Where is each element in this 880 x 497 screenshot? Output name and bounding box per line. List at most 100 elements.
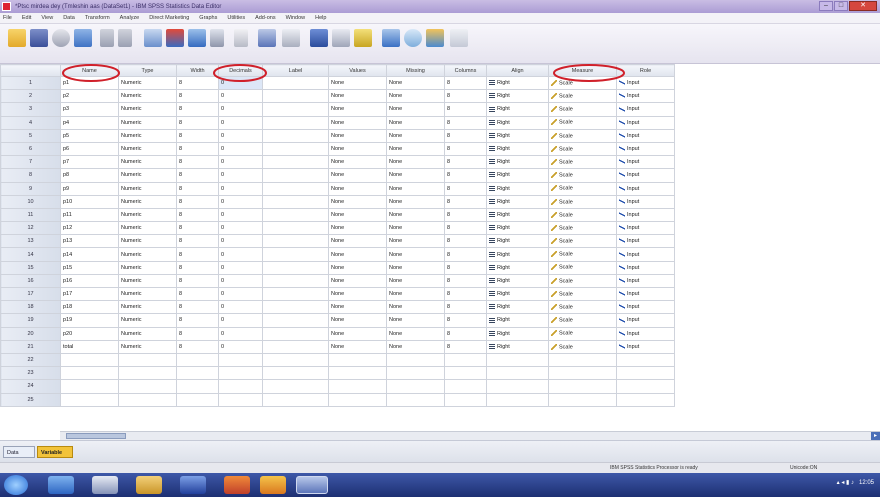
cell-values[interactable]: None (328, 89, 387, 104)
close-button[interactable]: ✕ (849, 1, 877, 11)
col-header-missing[interactable]: Missing (386, 64, 445, 77)
cell-role[interactable]: Input (616, 128, 675, 143)
cell-role[interactable]: Input (616, 260, 675, 275)
cell-label[interactable] (262, 194, 329, 209)
cell-columns[interactable]: 8 (444, 194, 487, 209)
cell-decimals[interactable]: 0 (218, 115, 263, 130)
empty-cell[interactable] (548, 366, 617, 381)
row-number[interactable]: 24 (0, 379, 61, 394)
cell-label[interactable] (262, 313, 329, 328)
cell-columns[interactable]: 8 (444, 339, 487, 354)
cell-align[interactable]: Right (486, 155, 549, 170)
cell-measure[interactable]: Scale (548, 260, 617, 275)
cell-columns[interactable]: 8 (444, 75, 487, 91)
cell-name[interactable]: p11 (60, 207, 119, 223)
cell-width[interactable]: 8 (176, 260, 219, 275)
menu-direct-marketing[interactable]: Direct Marketing (149, 15, 189, 21)
cell-label[interactable] (262, 89, 329, 104)
cell-name[interactable]: p18 (60, 300, 119, 315)
cell-measure[interactable]: Scale (548, 168, 617, 183)
cell-name[interactable]: p1 (60, 75, 119, 91)
empty-cell[interactable] (548, 392, 617, 407)
row-number[interactable]: 23 (0, 366, 61, 381)
cell-values[interactable]: None (328, 194, 387, 209)
empty-cell[interactable] (386, 392, 445, 407)
menu-analyze[interactable]: Analyze (120, 15, 140, 21)
cell-values[interactable]: None (328, 221, 387, 236)
row-number[interactable]: 8 (0, 168, 61, 183)
empty-cell[interactable] (486, 366, 549, 381)
col-header-align[interactable]: Align (486, 64, 549, 77)
cell-label[interactable] (262, 221, 329, 236)
cell-decimals[interactable]: 0 (218, 194, 263, 209)
cell-columns[interactable]: 8 (444, 181, 487, 196)
use-sets-icon[interactable] (404, 29, 422, 47)
cell-type[interactable]: Numeric (118, 286, 177, 302)
cell-name[interactable]: p15 (60, 260, 119, 275)
cell-width[interactable]: 8 (176, 247, 219, 262)
cell-width[interactable]: 8 (176, 102, 219, 117)
cell-values[interactable]: None (328, 326, 387, 341)
cell-name[interactable]: p7 (60, 155, 119, 170)
cell-columns[interactable]: 8 (444, 221, 487, 236)
cell-decimals[interactable]: 0 (218, 339, 263, 354)
empty-cell[interactable] (444, 352, 487, 368)
cell-width[interactable]: 8 (176, 221, 219, 236)
spss-taskbar-icon[interactable] (296, 476, 328, 494)
col-header-label[interactable]: Label (262, 64, 329, 77)
menu-help[interactable]: Help (315, 15, 326, 21)
cell-missing[interactable]: None (386, 102, 445, 117)
cell-measure[interactable]: Scale (548, 194, 617, 209)
col-header-width[interactable]: Width (176, 64, 219, 77)
cell-align[interactable]: Right (486, 221, 549, 236)
cell-role[interactable]: Input (616, 168, 675, 183)
cell-role[interactable]: Input (616, 155, 675, 170)
find-icon[interactable] (234, 29, 248, 47)
cell-label[interactable] (262, 102, 329, 117)
cell-type[interactable]: Numeric (118, 207, 177, 223)
cell-measure[interactable]: Scale (548, 286, 617, 302)
cell-name[interactable]: p19 (60, 313, 119, 328)
empty-cell[interactable] (60, 352, 119, 368)
cell-align[interactable]: Right (486, 313, 549, 328)
col-header-values[interactable]: Values (328, 64, 387, 77)
maximize-button[interactable]: □ (834, 1, 848, 11)
cell-role[interactable]: Input (616, 89, 675, 104)
cell-align[interactable]: Right (486, 339, 549, 354)
cell-type[interactable]: Numeric (118, 102, 177, 117)
menu-file[interactable]: File (3, 15, 12, 21)
empty-cell[interactable] (218, 352, 263, 368)
empty-cell[interactable] (444, 366, 487, 381)
cell-name[interactable]: total (60, 339, 119, 354)
cell-decimals[interactable]: 0 (218, 300, 263, 315)
empty-cell[interactable] (328, 379, 387, 394)
cell-align[interactable]: Right (486, 286, 549, 302)
row-number[interactable]: 3 (0, 102, 61, 117)
cell-name[interactable]: p8 (60, 168, 119, 183)
cell-width[interactable]: 8 (176, 207, 219, 223)
row-number[interactable]: 15 (0, 260, 61, 275)
tab-data-view[interactable]: Data View (3, 446, 35, 468)
cell-type[interactable]: Numeric (118, 155, 177, 170)
cell-type[interactable]: Numeric (118, 326, 177, 341)
cell-values[interactable]: None (328, 168, 387, 183)
cell-missing[interactable]: None (386, 286, 445, 302)
cell-missing[interactable]: None (386, 300, 445, 315)
cell-name[interactable]: p13 (60, 234, 119, 249)
cell-measure[interactable]: Scale (548, 75, 617, 91)
cell-width[interactable]: 8 (176, 194, 219, 209)
cell-label[interactable] (262, 168, 329, 183)
cell-align[interactable]: Right (486, 89, 549, 104)
cell-decimals[interactable]: 0 (218, 221, 263, 236)
cell-measure[interactable]: Scale (548, 181, 617, 196)
cell-measure[interactable]: Scale (548, 313, 617, 328)
cell-measure[interactable]: Scale (548, 300, 617, 315)
cell-columns[interactable]: 8 (444, 155, 487, 170)
cell-missing[interactable]: None (386, 326, 445, 341)
cell-role[interactable]: Input (616, 207, 675, 223)
cell-role[interactable]: Input (616, 221, 675, 236)
cell-decimals[interactable]: 0 (218, 128, 263, 143)
row-number[interactable]: 14 (0, 247, 61, 262)
cell-label[interactable] (262, 273, 329, 289)
cell-label[interactable] (262, 326, 329, 341)
